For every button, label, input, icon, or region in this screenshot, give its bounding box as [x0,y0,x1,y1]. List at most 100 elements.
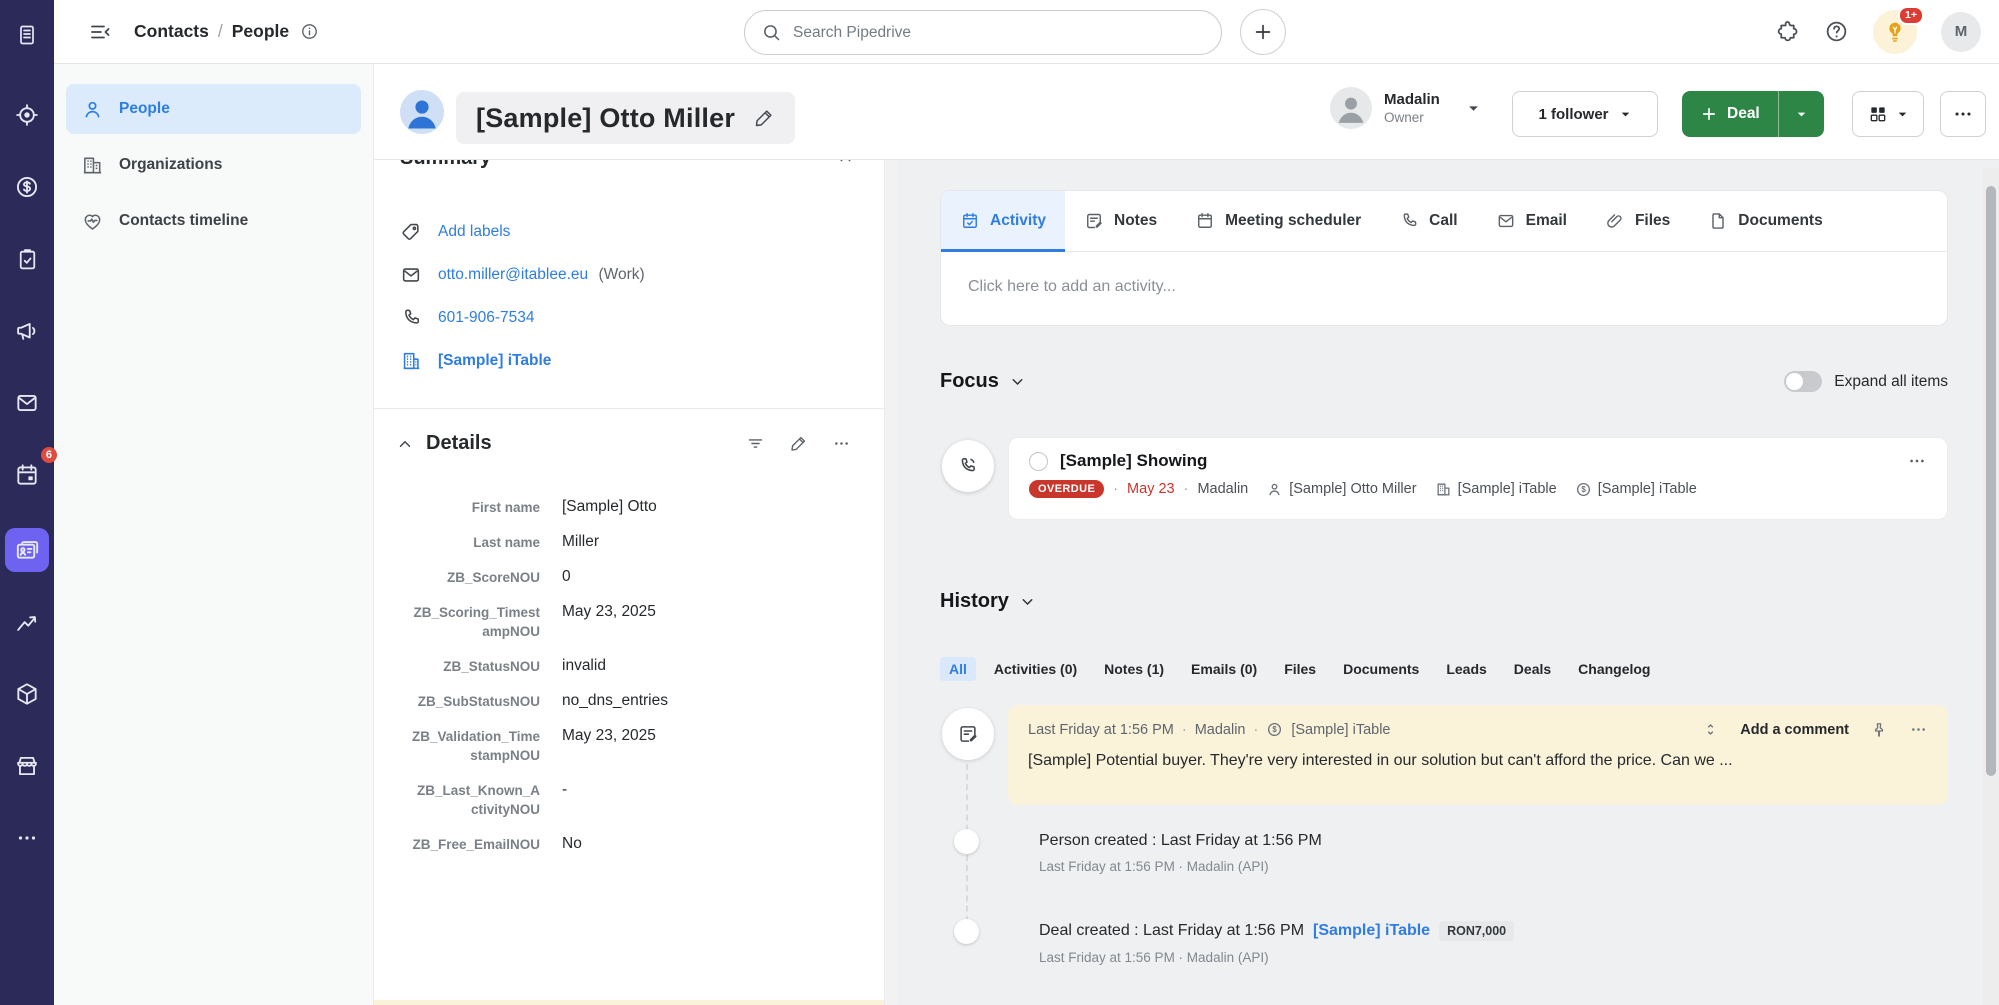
marketplace-apps-icon[interactable] [1775,19,1800,44]
field-zb-score[interactable]: ZB_ScoreNOU 0 [410,566,849,587]
activity-more-icon[interactable] [1907,451,1927,471]
phone-row[interactable]: 601-906-7534 [400,296,857,339]
details-more-icon[interactable] [832,434,851,453]
filter-notes[interactable]: Notes (1) [1104,661,1164,677]
field-zb-last-known-activity[interactable]: ZB_Last_Known_ActivityNOU - [410,779,849,819]
sidebar-item-organizations[interactable]: Organizations [66,140,361,190]
organization-row[interactable]: [Sample] iTable [400,339,857,382]
deal-link[interactable]: [Sample] iTable [1313,922,1430,940]
field-zb-scoring-timestamp[interactable]: ZB_Scoring_TimestampNOU May 23, 2025 [410,601,849,641]
field-last-name[interactable]: Last name Miller [410,531,849,552]
activity-composer[interactable]: Click here to add an activity... [941,252,1947,322]
tab-meeting-scheduler[interactable]: Meeting scheduler [1176,191,1380,251]
tab-files[interactable]: Files [1586,191,1689,251]
products-icon[interactable] [8,675,46,713]
add-labels-row[interactable]: Add labels [400,210,857,253]
expand-all-toggle[interactable] [1784,371,1822,392]
global-search[interactable] [744,10,1222,55]
more-apps-icon[interactable] [8,819,46,857]
followers-button[interactable]: 1 follower [1512,91,1658,137]
filter-deals[interactable]: Deals [1514,661,1551,677]
person-name-field[interactable]: [Sample] Otto Miller [456,92,795,144]
filter-leads[interactable]: Leads [1446,661,1486,677]
add-labels-link[interactable]: Add labels [438,223,510,241]
field-zb-status[interactable]: ZB_StatusNOU invalid [410,655,849,676]
edit-name-icon[interactable] [753,107,775,129]
field-zb-free-email[interactable]: ZB_Free_EmailNOU No [410,833,849,854]
chevron-down-icon[interactable] [1009,373,1026,390]
contacts-icon[interactable] [5,528,49,572]
pin-icon[interactable] [1870,721,1888,739]
user-avatar[interactable]: M [1941,12,1981,52]
tab-documents[interactable]: Documents [1689,191,1841,251]
organization-link[interactable]: [Sample] iTable [438,352,551,370]
deals-icon[interactable] [8,168,46,206]
tab-email[interactable]: Email [1477,191,1586,251]
add-deal-dropdown[interactable] [1778,91,1824,137]
focus-activity-card[interactable]: [Sample] Showing OVERDUE · May 23 · Mada… [1008,437,1948,520]
header-more-button[interactable] [1940,91,1986,137]
leads-inbox-icon[interactable] [8,16,46,54]
tab-call[interactable]: Call [1380,191,1476,251]
phone-link[interactable]: 601-906-7534 [438,309,535,327]
email-link[interactable]: otto.miller@itablee.eu [438,266,588,283]
field-zb-validation-timestamp[interactable]: ZB_Validation_TimestampNOU May 23, 2025 [410,725,849,765]
note-card[interactable]: Last Friday at 1:56 PM · Madalin · $ [Sa… [1008,705,1948,805]
linked-person[interactable]: [Sample] Otto Miller [1266,481,1416,498]
add-deal-button[interactable]: Deal [1682,91,1778,137]
whats-new-button[interactable]: 1+ [1873,10,1917,54]
person-icon [81,98,104,121]
insights-icon[interactable] [8,603,46,641]
event-meta: Last Friday at 1:56 PM · Madalin (API) [1039,950,1514,965]
leads-icon[interactable] [8,96,46,134]
panel-scrollbar[interactable] [884,160,897,1005]
linked-deal[interactable]: $ [Sample] iTable [1575,481,1697,498]
linked-organization[interactable]: [Sample] iTable [1435,481,1557,498]
sidebar-item-contacts-timeline[interactable]: Contacts timeline [66,196,361,246]
campaigns-icon[interactable] [8,312,46,350]
search-input[interactable] [793,24,1205,42]
tab-notes[interactable]: Notes [1065,191,1176,251]
note-more-icon[interactable] [1909,720,1928,739]
filter-changelog[interactable]: Changelog [1578,661,1650,677]
layout-view-button[interactable] [1852,91,1924,137]
summary-section-header[interactable]: Summary [400,160,854,170]
tab-activity[interactable]: Activity [941,191,1065,251]
breadcrumb-section[interactable]: Contacts [134,21,209,42]
filter-documents[interactable]: Documents [1343,661,1419,677]
activity-title[interactable]: [Sample] Showing [1060,451,1207,471]
main-scrollbar[interactable] [1983,168,1999,1005]
quick-add-button[interactable] [1240,9,1286,55]
edit-details-icon[interactable] [789,434,808,453]
activities-icon[interactable]: 6 [8,456,46,494]
owner-selector[interactable]: Madalin Owner [1330,87,1481,129]
person-icon [1266,481,1283,498]
sidebar-item-people[interactable]: People [66,84,361,134]
filter-all[interactable]: All [940,657,976,681]
note-deal[interactable]: [Sample] iTable [1291,722,1390,738]
filter-emails[interactable]: Emails (0) [1191,661,1257,677]
filter-activities[interactable]: Activities (0) [994,661,1077,677]
add-comment-button[interactable]: Add a comment [1740,722,1849,738]
expand-note-icon[interactable] [1702,721,1719,738]
chevron-up-icon[interactable] [396,435,414,453]
person-avatar[interactable] [400,90,444,134]
filter-files[interactable]: Files [1284,661,1316,677]
field-first-name[interactable]: First name [Sample] Otto [410,496,849,517]
help-icon[interactable] [1824,19,1849,44]
scrollbar-thumb[interactable] [1986,186,1996,776]
note-owner: Madalin [1195,722,1246,738]
mark-done-checkbox[interactable] [1029,452,1048,471]
mail-icon[interactable] [8,384,46,422]
chevron-down-icon[interactable] [1019,593,1036,610]
field-zb-substatus[interactable]: ZB_SubStatusNOU no_dns_entries [410,690,849,711]
email-row[interactable]: otto.miller@itablee.eu (Work) [400,253,857,296]
due-date: May 23 [1127,481,1175,497]
filter-icon[interactable] [746,434,765,453]
info-icon[interactable] [300,22,319,41]
projects-icon[interactable] [8,240,46,278]
note-body[interactable]: [Sample] Potential buyer. They're very i… [1028,752,1928,770]
marketplace-icon[interactable] [8,747,46,785]
breadcrumb-page: People [232,21,289,42]
collapse-sidebar-icon[interactable] [88,20,112,44]
